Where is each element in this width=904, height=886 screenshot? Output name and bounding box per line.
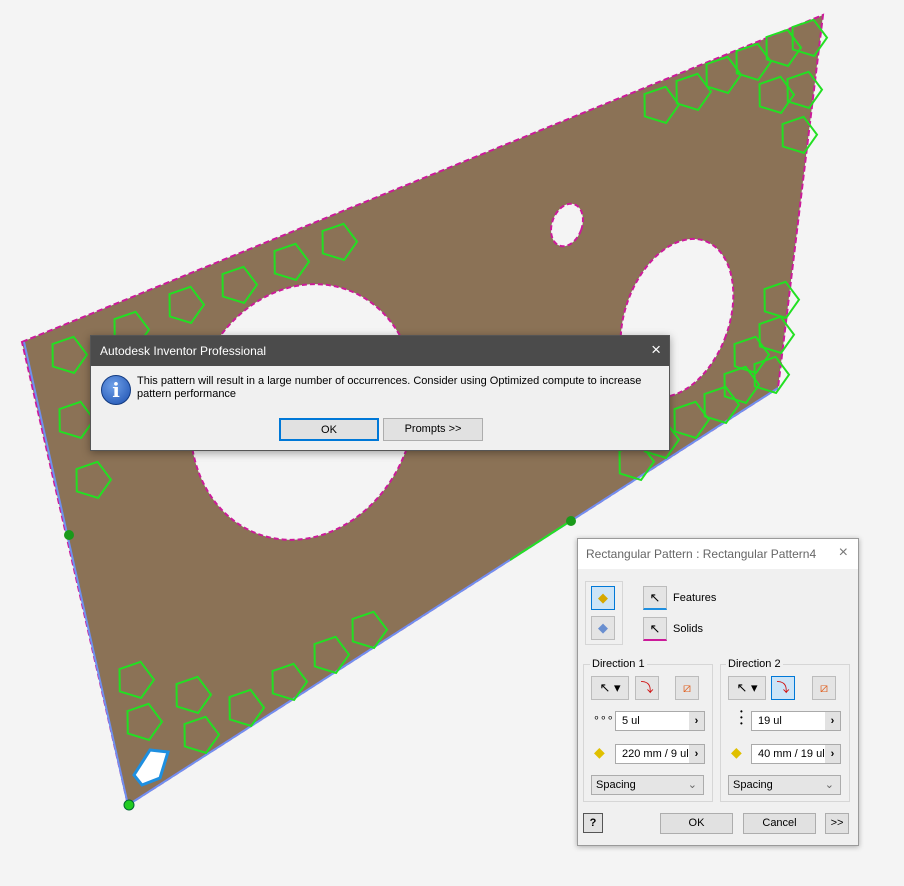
- origin-point: [123, 799, 135, 811]
- direction2-method-value: Spacing: [733, 779, 773, 791]
- direction2-select-icon[interactable]: ↖ ▾: [728, 676, 766, 700]
- close-icon[interactable]: ×: [651, 340, 661, 360]
- direction2-midplane-icon[interactable]: ⧄: [812, 676, 836, 700]
- help-button[interactable]: ?: [583, 813, 603, 833]
- direction1-spacing-value: 220 mm / 9 ul: [622, 748, 689, 760]
- chevron-down-icon: ⌄: [824, 779, 834, 791]
- solids-label: Solids: [673, 623, 703, 635]
- cancel-button[interactable]: Cancel: [743, 813, 816, 834]
- chevron-down-icon: ⌄: [687, 779, 697, 791]
- direction2-label: Direction 2: [726, 658, 783, 670]
- message-title-bar: Autodesk Inventor Professional ×: [91, 336, 669, 366]
- direction2-method-select[interactable]: Spacing ⌄: [728, 775, 841, 795]
- info-icon: i: [101, 375, 131, 405]
- message-title: Autodesk Inventor Professional: [100, 344, 267, 358]
- direction2-count-value: 19 ul: [758, 715, 782, 727]
- arrow-icon[interactable]: ›: [689, 712, 704, 730]
- ok-button[interactable]: OK: [279, 418, 379, 441]
- direction2-spacing-value: 40 mm / 19 ul: [758, 748, 825, 760]
- pattern-features-mode-icon[interactable]: ◆: [591, 586, 615, 610]
- message-text: This pattern will result in a large numb…: [137, 375, 642, 400]
- pattern-solids-mode-icon[interactable]: ◆: [591, 616, 615, 640]
- arrow-icon[interactable]: ›: [689, 745, 704, 763]
- direction1-method-value: Spacing: [596, 779, 636, 791]
- features-select-icon[interactable]: ↖: [643, 586, 667, 610]
- direction2-flip-icon[interactable]: ⤵: [771, 676, 795, 700]
- count-icon: • • •: [740, 707, 743, 728]
- direction1-count-value: 5 ul: [622, 715, 640, 727]
- direction2-arrow[interactable]: [64, 530, 74, 540]
- close-icon[interactable]: ×: [839, 544, 848, 562]
- direction1-select-icon[interactable]: ↖ ▾: [591, 676, 629, 700]
- solids-select-icon[interactable]: ↖: [643, 617, 667, 641]
- direction1-midplane-icon[interactable]: ⧄: [675, 676, 699, 700]
- more-options-button[interactable]: >>: [825, 813, 849, 834]
- direction2-spacing-input[interactable]: 40 mm / 19 ul ›: [751, 744, 841, 764]
- direction1-count-input[interactable]: 5 ul ›: [615, 711, 705, 731]
- spacing-icon: ◆: [731, 744, 742, 760]
- rectangular-pattern-dialog: Rectangular Pattern : Rectangular Patter…: [577, 538, 859, 846]
- ok-button[interactable]: OK: [660, 813, 733, 834]
- direction1-flip-icon[interactable]: ⤵: [635, 676, 659, 700]
- features-label: Features: [673, 592, 717, 604]
- message-dialog: Autodesk Inventor Professional × i This …: [90, 335, 670, 451]
- direction1-arrow[interactable]: [566, 516, 576, 526]
- arrow-icon[interactable]: ›: [825, 745, 840, 763]
- direction1-spacing-input[interactable]: 220 mm / 9 ul ›: [615, 744, 705, 764]
- pattern-title: Rectangular Pattern : Rectangular Patter…: [586, 547, 817, 561]
- direction1-label: Direction 1: [590, 658, 647, 670]
- direction1-method-select[interactable]: Spacing ⌄: [591, 775, 704, 795]
- direction2-count-input[interactable]: 19 ul ›: [751, 711, 841, 731]
- count-icon: ∘∘∘: [593, 712, 614, 724]
- arrow-icon[interactable]: ›: [825, 712, 840, 730]
- pattern-title-bar: Rectangular Pattern : Rectangular Patter…: [578, 539, 858, 569]
- prompts-button[interactable]: Prompts >>: [383, 418, 483, 441]
- spacing-icon: ◆: [594, 744, 605, 760]
